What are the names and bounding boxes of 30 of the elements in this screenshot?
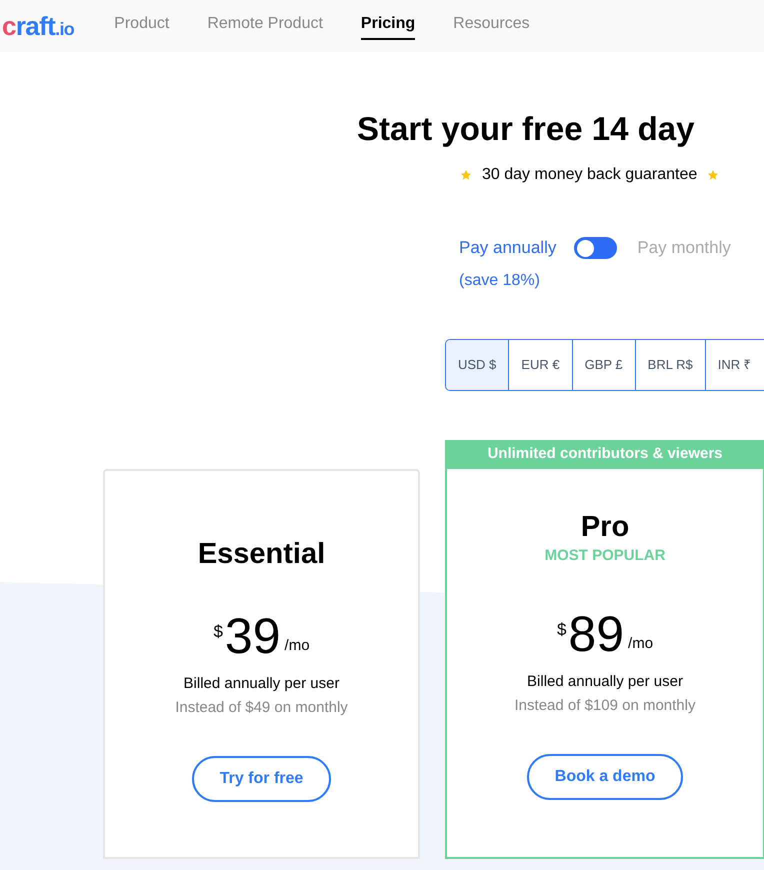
plan-name: Pro: [580, 510, 630, 545]
monthly-price-note: Instead of $49 on monthly: [175, 698, 348, 718]
billing-option[interactable]: Pay monthly: [637, 235, 731, 261]
plan-button[interactable]: Book a demo: [526, 754, 684, 800]
nav-link[interactable]: Resources: [453, 12, 530, 40]
billing-note: Billed annually per user: [184, 674, 340, 694]
popular-label: MOST POPULAR: [544, 547, 666, 566]
logo[interactable]: craft.io: [2, 13, 74, 39]
page-headline: Start your free 14 day: [357, 109, 696, 149]
savings-note: (save 18%): [459, 270, 541, 291]
price-period: /mo: [284, 636, 310, 656]
price-period: /mo: [628, 634, 654, 654]
currency-tab[interactable]: USD $: [446, 340, 508, 390]
currency-symbol: $: [556, 618, 566, 641]
price-amount: 89: [568, 608, 624, 659]
currency-symbol: $: [213, 620, 223, 643]
nav-link[interactable]: Product: [114, 12, 170, 40]
plan-button[interactable]: Try for free: [192, 756, 332, 802]
star-icon: [460, 169, 472, 182]
plan-name: Essential: [198, 536, 326, 572]
guarantee-text: 30 day money back guarantee: [481, 165, 698, 186]
star-icon: [707, 169, 720, 182]
price-amount: 39: [224, 610, 281, 661]
plan-banner: Unlimited contributors & viewers: [445, 440, 764, 469]
billing-option[interactable]: Pay annually: [459, 235, 556, 261]
monthly-price-note: Instead of $109 on monthly: [514, 696, 696, 716]
nav-link[interactable]: Pricing: [360, 12, 416, 40]
billing-toggle[interactable]: [574, 237, 618, 260]
billing-note: Billed annually per user: [527, 672, 683, 692]
nav-link[interactable]: Remote Product: [207, 12, 323, 40]
